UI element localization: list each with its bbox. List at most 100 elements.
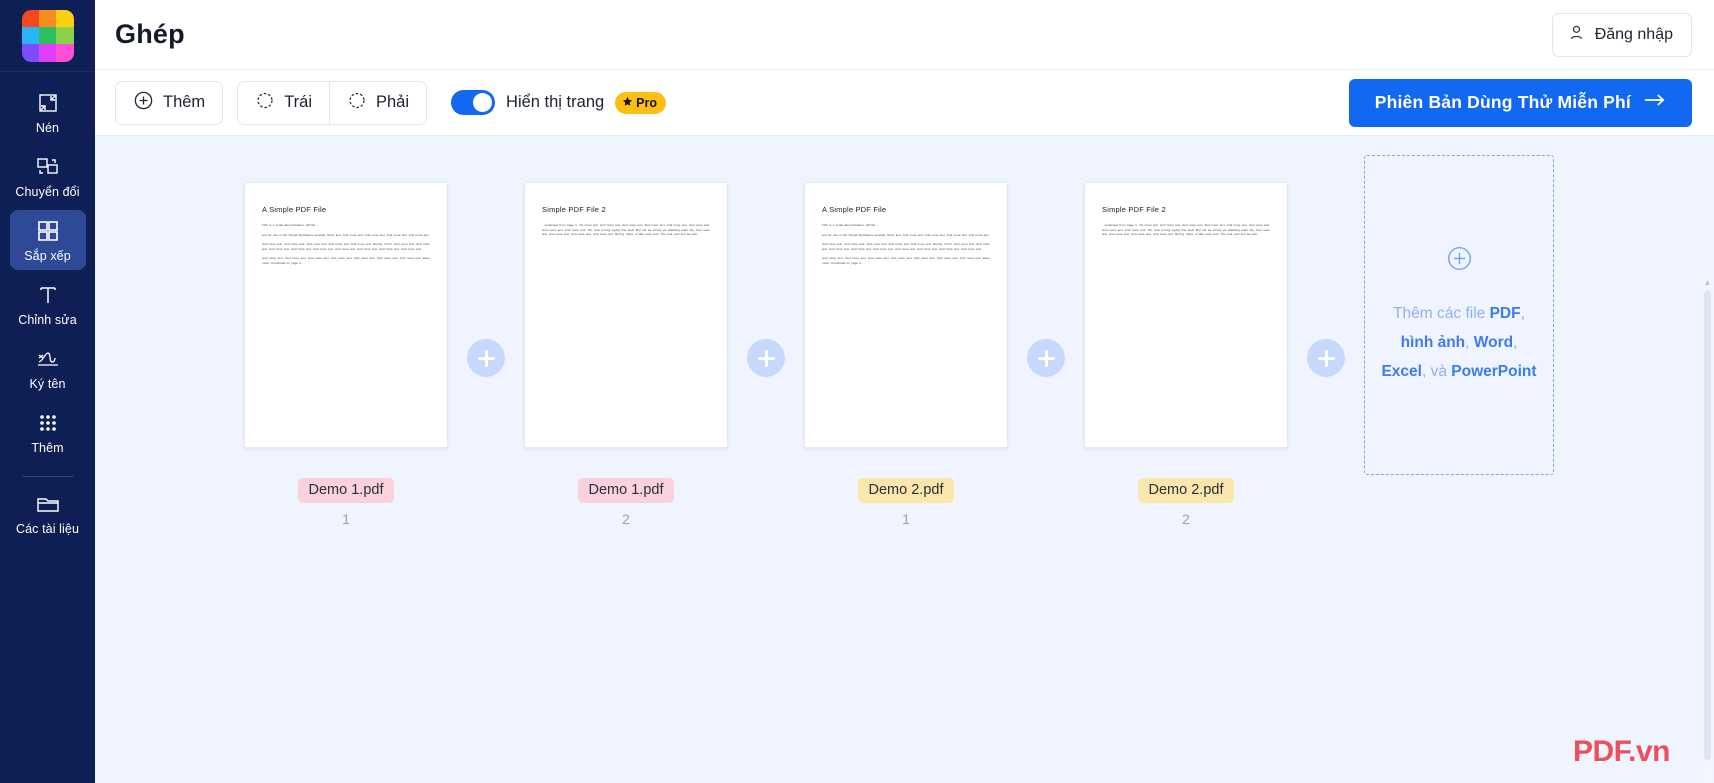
logo-swatch [38, 44, 57, 62]
sidebar-item-label: Ký tên [29, 377, 66, 391]
rotate-right-button[interactable]: Phải [329, 80, 428, 125]
page-cell[interactable]: Simple PDF File 2 ...continued from page … [1084, 182, 1288, 527]
page-body-text: And more text. And more text. And more t… [262, 242, 430, 251]
insert-page-button[interactable] [1307, 339, 1345, 377]
pro-badge: Pro [615, 91, 667, 114]
dropzone-line1: Thêm các file [1393, 304, 1486, 322]
top-header: Ghép Đăng nhập [95, 0, 1714, 70]
sidebar-item-documents[interactable]: Các tài liệu [10, 483, 86, 543]
page-number: 2 [1182, 511, 1190, 527]
logo-swatch [21, 44, 39, 62]
rotate-right-label: Phải [376, 93, 410, 111]
file-name-tag: Demo 2.pdf [857, 478, 955, 503]
pages-canvas: A Simple PDF File This is a small demonst… [95, 136, 1714, 783]
show-pages-toggle[interactable] [451, 90, 496, 115]
vertical-scrollbar[interactable]: ▲ [1703, 278, 1712, 783]
page-heading: A Simple PDF File [822, 205, 887, 214]
login-label: Đăng nhập [1594, 25, 1673, 43]
page-heading: A Simple PDF File [262, 205, 327, 214]
page-body-text: This is a small demonstration .pdf file … [822, 223, 878, 227]
add-button[interactable]: Thêm [115, 80, 224, 125]
file-name-tag: Demo 1.pdf [297, 478, 395, 503]
page-body-text: just for use in the Virtual Mechanics tu… [822, 232, 990, 237]
show-pages-label: Hiển thị trang [506, 93, 605, 111]
add-files-dropzone[interactable]: Thêm các file PDF, hình ảnh, Word, Excel… [1364, 155, 1554, 475]
signature-icon [34, 346, 62, 372]
insert-page-button[interactable] [467, 339, 505, 377]
page-cell[interactable]: A Simple PDF File This is a small demonst… [804, 182, 1008, 527]
sidebar-item-label: Nén [35, 121, 60, 135]
sidebar: Nén Chuyển đổi Sắp xếp Chỉnh sửa Ký tên … [0, 0, 95, 783]
page-title: Ghép [115, 19, 185, 49]
rotate-left-button[interactable]: Trái [237, 80, 329, 125]
dropzone-pdf: PDF [1489, 304, 1521, 322]
login-button[interactable]: Đăng nhập [1551, 12, 1692, 57]
sidebar-item-edit[interactable]: Chỉnh sửa [10, 274, 86, 334]
page-number: 2 [622, 511, 630, 527]
dots-grid-icon [36, 410, 60, 436]
sidebar-item-label: Chuyển đổi [15, 185, 80, 199]
app-logo[interactable] [0, 0, 95, 72]
dropzone-powerpoint: PowerPoint [1451, 362, 1537, 380]
dropzone-word: Word [1473, 333, 1514, 351]
rotate-left-label: Trái [284, 93, 312, 111]
page-body-text: This is a small demonstration .pdf file … [262, 223, 318, 227]
logo-swatch [21, 26, 39, 45]
sidebar-item-label: Chỉnh sửa [18, 313, 77, 327]
page-thumbnail[interactable]: Simple PDF File 2 ...continued from page … [1084, 182, 1288, 448]
logo-swatch [56, 44, 74, 62]
watermark: PDF.vn [1572, 735, 1671, 768]
sidebar-item-more[interactable]: Thêm [10, 402, 86, 462]
add-label: Thêm [163, 93, 206, 111]
rotate-right-icon [347, 90, 367, 115]
sidebar-item-label: Các tài liệu [15, 522, 80, 536]
sidebar-item-label: Sắp xếp [24, 249, 71, 263]
page-number: 1 [902, 511, 910, 527]
dropzone-excel: Excel [1381, 362, 1422, 380]
plus-circle-icon [133, 90, 154, 116]
arrow-right-icon [1644, 92, 1666, 113]
page-body-text: And more text. And more text. And more t… [822, 242, 990, 251]
page-body-text: And more text. And more text. And more t… [262, 256, 430, 265]
text-edit-icon [36, 282, 60, 308]
page-thumbnail[interactable]: Simple PDF File 2 ...continued from page … [524, 182, 728, 448]
page-heading: Simple PDF File 2 [1102, 205, 1166, 214]
page-body-text: just for use in the Virtual Mechanics tu… [262, 232, 430, 237]
logo-swatch [38, 9, 57, 27]
scroll-up-arrow[interactable]: ▲ [1703, 278, 1712, 288]
logo-swatch [56, 9, 74, 27]
dropzone-image: hình ảnh [1400, 333, 1466, 351]
grid-icon [36, 218, 60, 244]
sidebar-item-compress[interactable]: Nén [10, 82, 86, 142]
page-thumbnail[interactable]: A Simple PDF File This is a small demonst… [244, 182, 448, 448]
sidebar-item-arrange[interactable]: Sắp xếp [9, 210, 86, 270]
folder-icon [35, 491, 61, 517]
sidebar-item-label: Thêm [31, 441, 64, 455]
sidebar-item-sign[interactable]: Ký tên [10, 338, 86, 398]
file-name-tag: Demo 2.pdf [1137, 478, 1235, 503]
user-icon [1567, 23, 1586, 47]
sidebar-divider [21, 476, 74, 477]
page-cell[interactable]: Simple PDF File 2 ...continued from page … [524, 182, 728, 527]
star-icon [622, 96, 633, 110]
cta-label: Phiên Bản Dùng Thử Miễn Phí [1374, 92, 1631, 112]
main-area: Ghép Đăng nhập Thêm Trái Phải Hiển thị t… [95, 0, 1714, 783]
free-trial-button[interactable]: Phiên Bản Dùng Thử Miễn Phí [1348, 78, 1692, 127]
insert-page-button[interactable] [1027, 339, 1065, 377]
page-number: 1 [342, 511, 350, 527]
logo-icon [21, 9, 74, 62]
page-heading: Simple PDF File 2 [542, 205, 606, 214]
logo-swatch [21, 9, 39, 27]
insert-page-button[interactable] [747, 339, 785, 377]
page-body-text: And more text. And more text. And more t… [822, 256, 990, 265]
logo-swatch [38, 26, 57, 45]
scrollbar-thumb[interactable] [1704, 290, 1711, 760]
action-toolbar: Thêm Trái Phải Hiển thị trang Pro Phiên … [95, 70, 1714, 136]
sidebar-nav: Nén Chuyển đổi Sắp xếp Chỉnh sửa Ký tên … [0, 72, 95, 547]
page-thumbnail[interactable]: A Simple PDF File This is a small demonst… [804, 182, 1008, 448]
convert-icon [35, 154, 61, 180]
page-cell[interactable]: A Simple PDF File This is a small demonst… [244, 182, 448, 527]
sidebar-item-convert[interactable]: Chuyển đổi [10, 146, 86, 206]
dropzone-text: Thêm các file PDF, hình ảnh, Word, Excel… [1381, 304, 1537, 380]
file-name-tag: Demo 1.pdf [577, 478, 675, 503]
